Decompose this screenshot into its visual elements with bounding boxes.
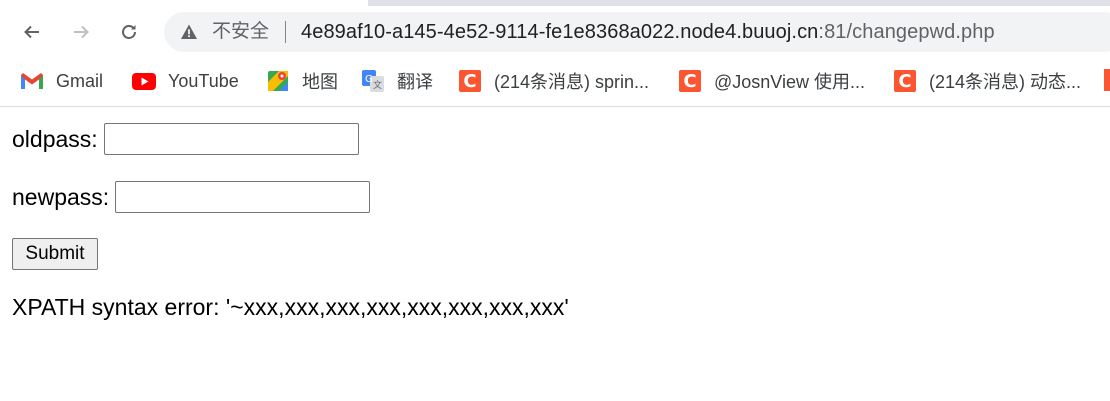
- url-path: :81/changepwd.php: [818, 21, 995, 43]
- message-row: XPATH syntax error: '~xxx,xxx,xxx,xxx,xx…: [12, 294, 569, 321]
- bookmark-csdn-3[interactable]: C (214条消息) 动态...: [893, 68, 1081, 94]
- bookmark-label: 翻译: [397, 72, 433, 92]
- bookmark-csdn-2[interactable]: C @JosnView 使用...: [678, 68, 865, 94]
- bookmark-label: Gmail: [56, 70, 104, 91]
- newpass-label: newpass:: [12, 183, 110, 210]
- bookmark-label: (214条消息) 动态...: [929, 72, 1082, 92]
- bookmark-label: (214条消息) sprin...: [494, 72, 650, 92]
- bookmark-translate[interactable]: G文 翻译: [361, 68, 433, 94]
- toolbar-divider: [0, 106, 1110, 107]
- svg-text:文: 文: [373, 79, 382, 91]
- address-bar[interactable]: 不安全 4e89af10-a145-4e52-9114-fe1e8368a022…: [164, 12, 1110, 52]
- csdn-icon: C: [678, 69, 702, 93]
- submit-row: Submit: [12, 238, 98, 270]
- address-separator: [285, 21, 286, 43]
- svg-text:G: G: [365, 74, 373, 85]
- warning-icon[interactable]: [180, 23, 198, 41]
- bookmark-youtube[interactable]: YouTube: [132, 68, 239, 94]
- error-message: XPATH syntax error: '~xxx,xxx,xxx,xxx,xx…: [12, 294, 569, 320]
- youtube-icon: [132, 69, 156, 93]
- arrow-right-icon: [74, 25, 89, 39]
- url-text[interactable]: 4e89af10-a145-4e52-9114-fe1e8368a022.nod…: [301, 20, 995, 44]
- bookmarks-bar: Gmail YouTube 地图 G文 翻译 C (214条消息) sprin.…: [0, 58, 1110, 106]
- maps-icon: [266, 69, 290, 93]
- back-button[interactable]: [14, 14, 50, 50]
- forward-button[interactable]: [63, 14, 99, 50]
- oldpass-row: oldpass:: [12, 123, 359, 155]
- security-status-label[interactable]: 不安全: [212, 21, 269, 43]
- bookmark-label: @JosnView 使用...: [714, 72, 865, 92]
- arrow-left-icon: [24, 25, 39, 39]
- newpass-field[interactable]: [115, 181, 371, 213]
- oldpass-field[interactable]: [103, 123, 359, 155]
- bookmark-csdn-1[interactable]: C (214条消息) sprin...: [458, 68, 649, 94]
- bookmark-label: 地图: [302, 72, 338, 92]
- submit-button[interactable]: Submit: [12, 238, 98, 270]
- gmail-icon: [20, 69, 44, 93]
- url-host: 4e89af10-a145-4e52-9114-fe1e8368a022.nod…: [301, 21, 819, 43]
- translate-icon: G文: [361, 69, 385, 93]
- bookmark-overflow-icon[interactable]: [1104, 69, 1110, 91]
- browser-toolbar: 不安全 4e89af10-a145-4e52-9114-fe1e8368a022…: [0, 6, 1110, 58]
- reload-icon: [122, 25, 136, 39]
- bookmark-label: YouTube: [168, 70, 239, 91]
- newpass-row: newpass:: [12, 181, 371, 213]
- bookmark-maps[interactable]: 地图: [266, 68, 338, 94]
- csdn-icon: C: [893, 69, 917, 93]
- reload-button[interactable]: [111, 14, 147, 50]
- oldpass-label: oldpass:: [12, 125, 98, 152]
- bookmark-gmail[interactable]: Gmail: [20, 68, 103, 94]
- csdn-icon: C: [458, 69, 482, 93]
